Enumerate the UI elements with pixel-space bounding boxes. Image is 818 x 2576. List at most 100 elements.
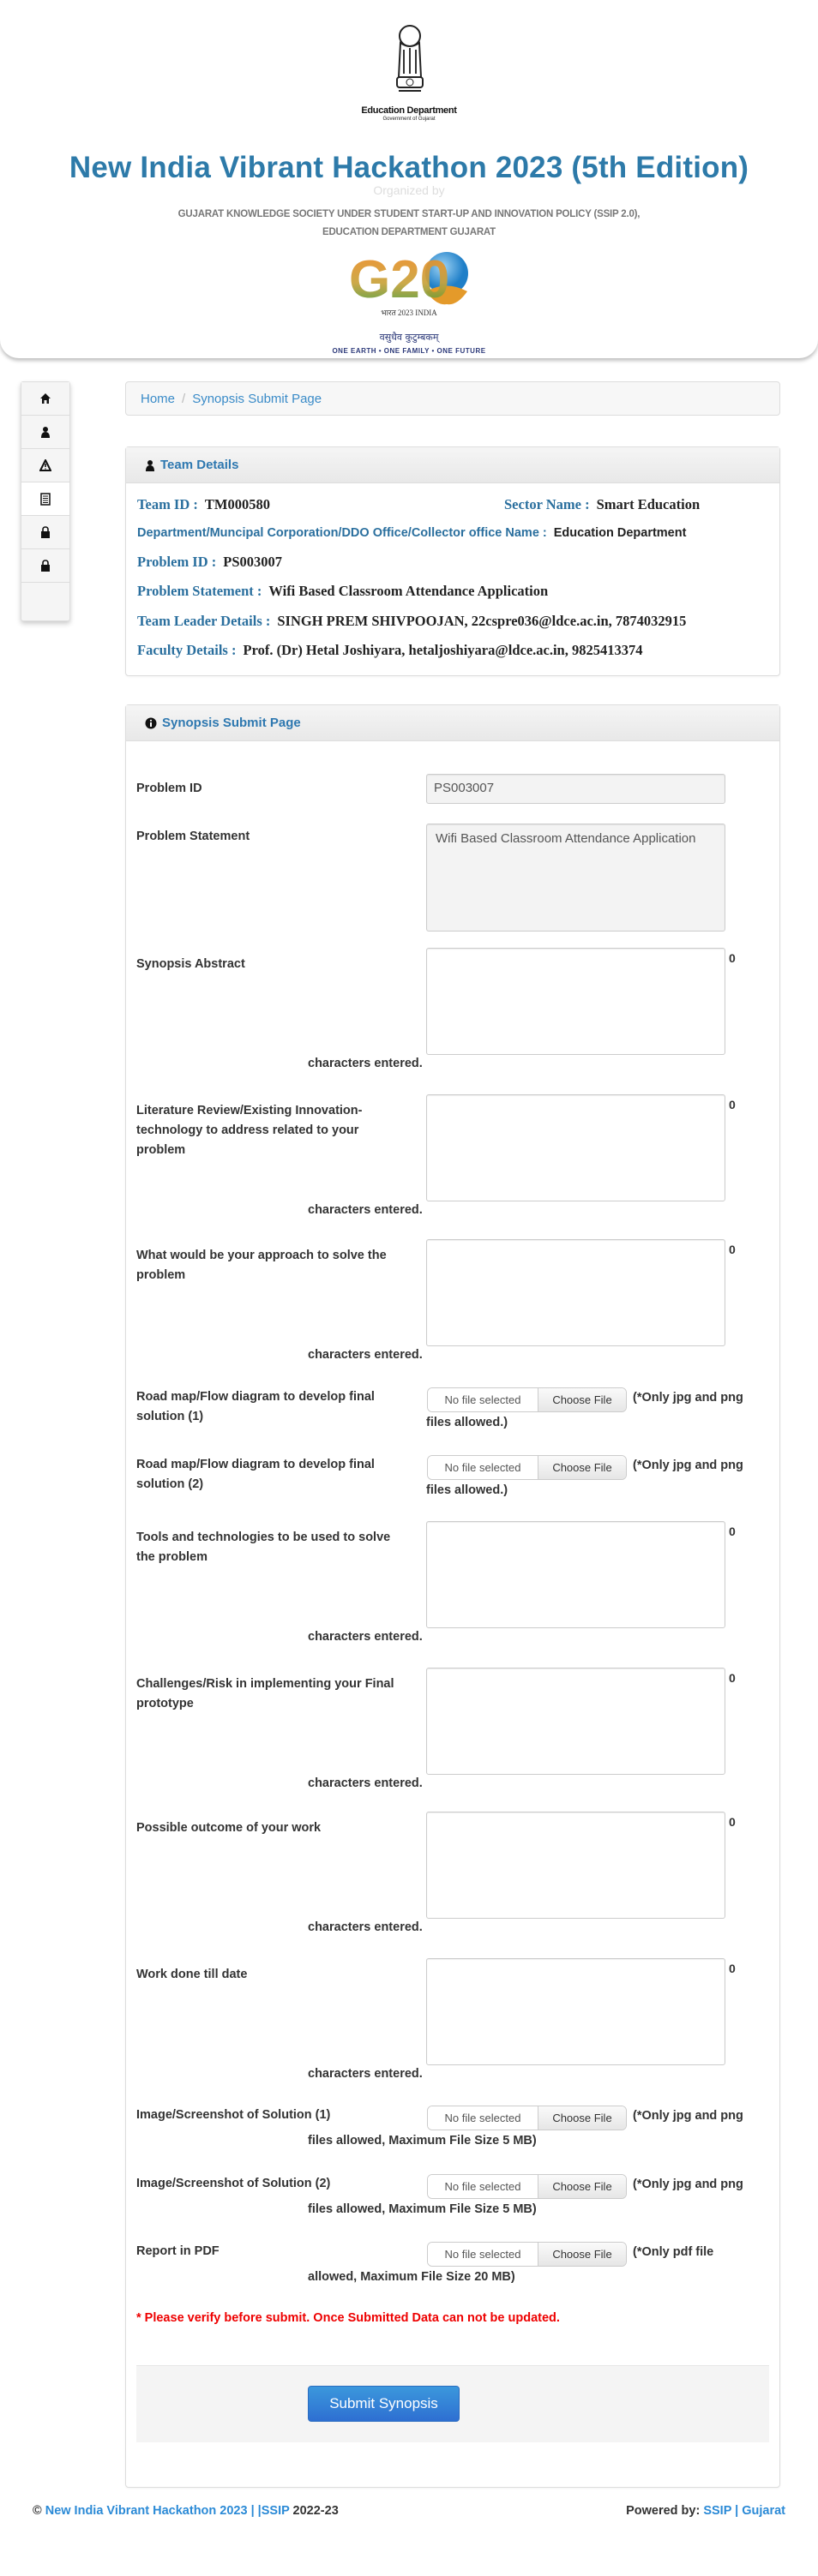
textarea-field-label: Possible outcome of your work	[136, 1821, 322, 1835]
file-input[interactable]: No file selected Choose File	[427, 2106, 627, 2130]
sector-label: Sector Name :	[504, 496, 590, 512]
organizer-line-1: GUJARAT KNOWLEDGE SOCIETY UNDER STUDENT …	[177, 209, 641, 219]
characters-entered-label: characters entered.	[308, 1776, 423, 1790]
sidebar-item-problem[interactable]	[21, 449, 69, 482]
textarea-input[interactable]	[426, 1239, 725, 1346]
problem-statement-value: Wifi Based Classroom Attendance Applicat…	[268, 583, 549, 599]
team-leader-label: Team Leader Details :	[137, 613, 271, 629]
textarea-field-label: Tools and technologies to be used to sol…	[136, 1531, 391, 1564]
user-icon	[41, 427, 50, 438]
sidebar-item-home[interactable]	[21, 382, 69, 416]
list-icon	[40, 492, 51, 506]
choose-file-button[interactable]: Choose File	[538, 2243, 626, 2266]
character-count: 0	[729, 951, 736, 965]
characters-entered-label: characters entered.	[308, 1348, 423, 1362]
gujarat-link[interactable]: Gujarat	[742, 2504, 785, 2518]
sector-value: Smart Education	[596, 496, 701, 512]
file-note-line-1: (*Only jpg and png	[633, 1459, 743, 1472]
sidebar-item-locked-2[interactable]	[21, 549, 69, 583]
textarea-input[interactable]	[426, 1521, 725, 1628]
no-file-selected: No file selected	[428, 1456, 538, 1479]
ssip-link[interactable]: SSIP	[703, 2504, 731, 2518]
footer-year: 2022-23	[292, 2504, 339, 2518]
submit-synopsis-button[interactable]: Submit Synopsis	[308, 2386, 460, 2422]
synopsis-header: Synopsis Submit Page	[126, 705, 779, 741]
no-file-selected: No file selected	[428, 2243, 538, 2266]
footer-site-link[interactable]: New India Vibrant Hackathon 2023 | |SSIP	[45, 2504, 290, 2518]
problem-id-label: Problem ID :	[137, 554, 217, 570]
character-count: 0	[729, 1671, 736, 1685]
file-input[interactable]: No file selected Choose File	[427, 2242, 627, 2267]
textarea-input[interactable]	[426, 1958, 725, 2065]
synopsis-title: Synopsis Submit Page	[162, 716, 301, 730]
breadcrumb-home[interactable]: Home	[141, 392, 175, 406]
characters-entered-label: characters entered.	[308, 1057, 423, 1070]
file-field-label: Road map/Flow diagram to develop final s…	[136, 1458, 375, 1491]
characters-entered-label: characters entered.	[308, 1630, 423, 1644]
team-id-value: TM000580	[204, 496, 270, 512]
footer-left: © New India Vibrant Hackathon 2023 | |SS…	[33, 2504, 339, 2518]
file-field-label: Road map/Flow diagram to develop final s…	[136, 1390, 375, 1423]
submit-area: Submit Synopsis	[136, 2365, 769, 2442]
textarea-input[interactable]	[426, 1668, 725, 1775]
department-label: Department/Muncipal Corporation/DDO Offi…	[137, 526, 547, 540]
sidebar-item-locked-1[interactable]	[21, 516, 69, 549]
home-icon	[40, 393, 51, 404]
choose-file-button[interactable]: Choose File	[538, 1456, 626, 1479]
character-count: 0	[729, 1815, 736, 1829]
g20-text: G20	[349, 250, 449, 309]
file-note-line-2: files allowed, Maximum File Size 5 MB)	[308, 2202, 537, 2216]
file-note-line-1: (*Only jpg and png	[633, 2178, 743, 2191]
department-row: Department/Muncipal Corporation/DDO Offi…	[137, 526, 686, 540]
g20-subtitle: भारत 2023 INDIA	[381, 309, 437, 317]
problem-id-row: Problem ID : PS003007	[137, 554, 282, 571]
file-field-label: Image/Screenshot of Solution (2)	[136, 2177, 331, 2190]
sidebar-item-profile[interactable]	[21, 416, 69, 449]
emblem-government: Government of Gujarat	[382, 117, 436, 122]
department-value: Education Department	[553, 526, 687, 540]
no-file-selected: No file selected	[428, 1388, 538, 1411]
sector-row: Sector Name : Smart Education	[504, 496, 700, 513]
file-note-line-1: (*Only pdf file	[633, 2245, 714, 2259]
file-input[interactable]: No file selected Choose File	[427, 1455, 627, 1480]
team-id-row: Team ID : TM000580	[137, 496, 270, 513]
team-details-title: Team Details	[160, 458, 239, 472]
site-header: Education Department Government of Gujar…	[0, 0, 818, 358]
submit-warning: * Please verify before submit. Once Subm…	[136, 2311, 560, 2325]
characters-entered-label: characters entered.	[308, 1203, 423, 1217]
file-note-line-2: files allowed.)	[426, 1483, 508, 1497]
textarea-field-label: Synopsis Abstract	[136, 957, 245, 971]
warning-icon	[39, 459, 51, 471]
team-details-header: Team Details	[126, 447, 779, 483]
textarea-field-label: Work done till date	[136, 1968, 248, 1981]
textarea-input[interactable]	[426, 948, 725, 1055]
file-field-label: Image/Screenshot of Solution (1)	[136, 2108, 331, 2122]
no-file-selected: No file selected	[428, 2175, 538, 2198]
breadcrumb: Home / Synopsis Submit Page	[125, 381, 780, 416]
sidebar-item-synopsis[interactable]	[21, 482, 69, 516]
textarea-input[interactable]	[426, 1812, 725, 1919]
problem-statement-textarea[interactable]: Wifi Based Classroom Attendance Applicat…	[426, 824, 725, 932]
lock-icon	[41, 560, 50, 572]
user-icon	[146, 459, 154, 471]
g20-logo: G20	[349, 250, 468, 309]
choose-file-button[interactable]: Choose File	[538, 2106, 626, 2130]
team-leader-row: Team Leader Details : SINGH PREM SHIVPOOJ…	[137, 613, 686, 630]
faculty-value: Prof. (Dr) Hetal Joshiyara, hetaljoshiya…	[243, 642, 643, 658]
file-note-line-1: (*Only jpg and png	[633, 2109, 743, 2123]
file-input[interactable]: No file selected Choose File	[427, 2174, 627, 2199]
problem-id-input[interactable]: PS003007	[426, 774, 725, 804]
choose-file-button[interactable]: Choose File	[538, 1388, 626, 1411]
file-input[interactable]: No file selected Choose File	[427, 1387, 627, 1412]
page-title: New India Vibrant Hackathon 2023 (5th Ed…	[69, 151, 749, 184]
textarea-field-label: What would be your approach to solve the…	[136, 1249, 387, 1282]
emblem-department: Education Department	[361, 105, 457, 116]
textarea-field-label: Challenges/Risk in implementing your Fin…	[136, 1677, 394, 1710]
characters-entered-label: characters entered.	[308, 2067, 423, 2081]
team-details-panel: Team Details Team ID : TM000580 Sector Na…	[125, 446, 780, 676]
lock-icon	[41, 526, 50, 538]
choose-file-button[interactable]: Choose File	[538, 2175, 626, 2198]
footer-separator: |	[735, 2504, 739, 2518]
breadcrumb-current: Synopsis Submit Page	[192, 391, 322, 406]
textarea-input[interactable]	[426, 1094, 725, 1201]
